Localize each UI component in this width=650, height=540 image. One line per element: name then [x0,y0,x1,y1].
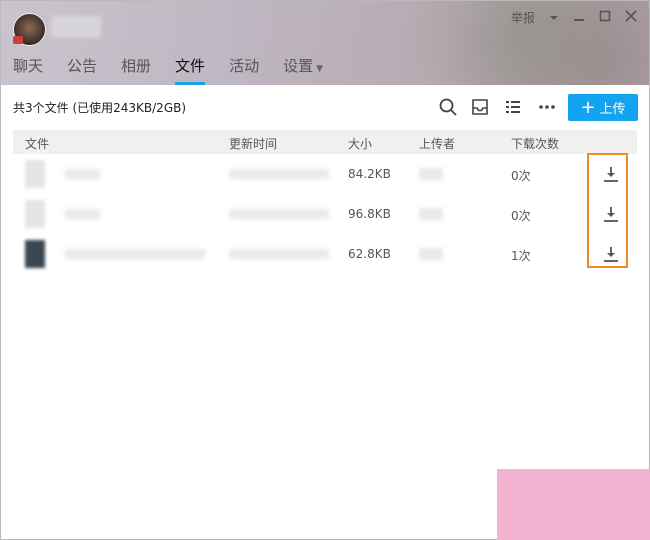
table-row[interactable]: 84.2KB 0次 [13,154,637,194]
caret-down-icon: ▼ [316,64,324,74]
tab-settings-label: 设置 [283,57,314,75]
download-icon[interactable] [601,204,621,224]
table-header: 文件 更新时间 大小 上传者 下载次数 [13,130,637,154]
update-time-blurred [229,169,329,179]
dropdown-icon[interactable] [549,11,559,25]
group-file-window: 举报 聊天 公告 相册 文件 活动 设置 ▼ 共3个文件 (已使用243KB/2G… [0,0,650,540]
close-icon[interactable] [625,10,637,25]
list-view-icon[interactable] [503,97,523,117]
download-count: 0次 [511,209,531,223]
download-icon[interactable] [601,164,621,184]
update-time-blurred [229,209,329,219]
tab-settings[interactable]: 设置 ▼ [283,55,323,83]
pink-overlay [497,469,650,540]
file-name-blurred [65,209,100,219]
minimize-icon[interactable] [573,10,585,25]
upload-button[interactable]: + 上传 [568,94,638,121]
maximize-icon[interactable] [599,10,611,25]
column-header-uploader[interactable]: 上传者 [419,135,455,152]
uploader-blurred [419,168,443,180]
file-summary: 共3个文件 (已使用243KB/2GB) [13,101,187,115]
file-thumbnail [25,200,45,228]
tab-files[interactable]: 文件 [175,55,206,85]
file-size: 62.8KB [348,247,391,261]
column-header-size[interactable]: 大小 [348,135,372,152]
download-count: 1次 [511,249,531,263]
avatar-badge [13,36,23,44]
file-size: 84.2KB [348,167,391,181]
download-icon[interactable] [601,244,621,264]
more-icon[interactable] [537,97,557,117]
file-toolbar: 共3个文件 (已使用243KB/2GB) + 上传 [1,85,649,129]
group-name-blurred [51,16,101,38]
file-table: 文件 更新时间 大小 上传者 下载次数 84.2KB 0次 96.8KB 0次 [13,130,637,274]
table-row[interactable]: 62.8KB 1次 [13,234,637,274]
file-thumbnail [25,240,45,268]
inbox-icon[interactable] [470,97,490,117]
file-size: 96.8KB [348,207,391,221]
upload-button-label: 上传 [599,102,626,117]
tab-album[interactable]: 相册 [121,55,151,83]
uploader-blurred [419,208,443,220]
table-row[interactable]: 96.8KB 0次 [13,194,637,234]
window-controls: 举报 [511,9,637,26]
uploader-blurred [419,248,443,260]
column-header-updated[interactable]: 更新时间 [229,135,277,152]
file-name-blurred [65,249,205,259]
update-time-blurred [229,249,329,259]
tab-bar: 聊天 公告 相册 文件 活动 设置 ▼ [13,55,347,85]
plus-icon: + [580,96,596,118]
report-link[interactable]: 举报 [511,9,535,26]
file-thumbnail [25,160,45,188]
tab-announcement[interactable]: 公告 [67,55,97,83]
column-header-downloads[interactable]: 下载次数 [511,135,559,152]
column-header-file[interactable]: 文件 [25,135,49,152]
file-name-blurred [65,169,100,179]
tab-chat[interactable]: 聊天 [13,55,43,83]
window-header: 举报 聊天 公告 相册 文件 活动 设置 ▼ [1,1,649,85]
search-icon[interactable] [438,97,458,117]
tab-activity[interactable]: 活动 [229,55,259,83]
download-count: 0次 [511,169,531,183]
